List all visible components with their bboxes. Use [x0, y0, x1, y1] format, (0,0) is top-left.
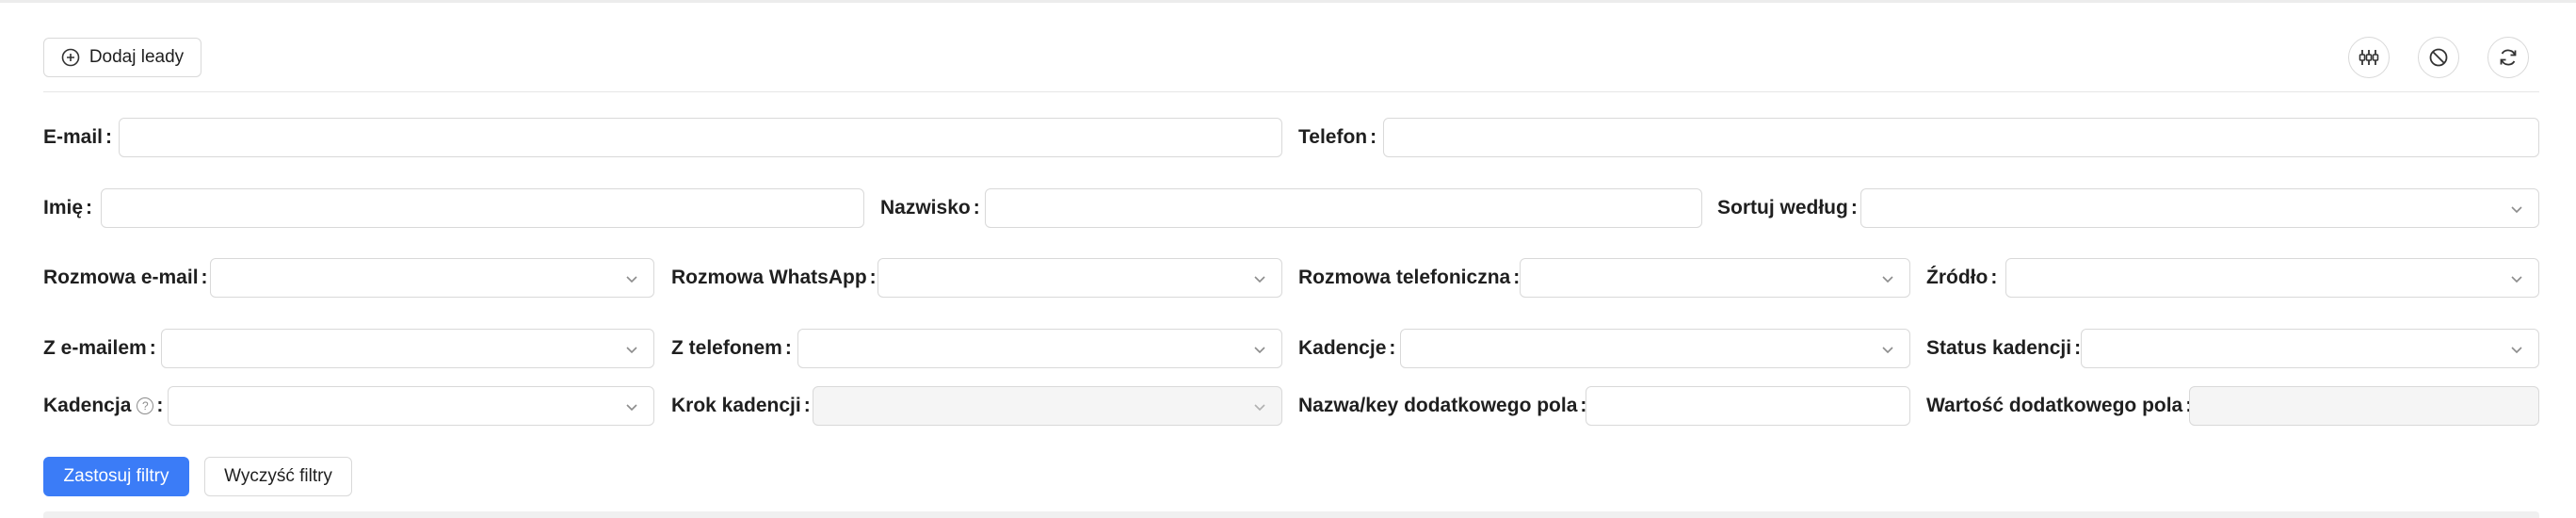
chevron-down-icon [626, 404, 637, 412]
chevron-down-icon [1254, 404, 1265, 412]
plus-circle-icon [61, 48, 80, 67]
clear-filters-label: Wyczyść filtry [224, 466, 332, 486]
columns-settings-button[interactable] [2348, 37, 2390, 78]
refresh-icon [2498, 47, 2519, 68]
custom-field-value-label: Wartość dodatkowego pola: [1926, 395, 2192, 416]
columns-settings-icon [2359, 47, 2379, 68]
chevron-down-icon [1254, 276, 1265, 283]
with-email-select[interactable] [161, 329, 654, 368]
whatsapp-conversation-label: Rozmowa WhatsApp: [671, 267, 877, 288]
cadence-step-label: Krok kadencji: [671, 395, 811, 416]
phone-label: Telefon: [1298, 126, 1377, 148]
divider [43, 91, 2539, 92]
first-name-label: Imię: [43, 197, 93, 219]
last-name-label: Nazwisko: [880, 197, 980, 219]
sort-label: Sortuj według: [1717, 197, 1858, 219]
cadences-label: Kadencje: [1298, 337, 1396, 359]
cadence-select[interactable] [168, 386, 654, 426]
top-edge [0, 0, 2576, 3]
cadence-label: Kadencja ? : [43, 395, 164, 416]
chevron-down-icon [1882, 276, 1893, 283]
last-name-input[interactable] [985, 188, 1702, 228]
refresh-button[interactable] [2487, 37, 2529, 78]
chevron-down-icon [1882, 347, 1893, 354]
whatsapp-conversation-select[interactable] [877, 258, 1282, 298]
clear-filters-button[interactable]: Wyczyść filtry [204, 457, 352, 496]
apply-filters-label: Zastosuj filtry [63, 466, 169, 486]
source-select[interactable] [2005, 258, 2539, 298]
email-conversation-select[interactable] [210, 258, 654, 298]
phone-input[interactable] [1383, 118, 2539, 157]
chevron-down-icon [2511, 206, 2522, 214]
chevron-down-icon [2511, 347, 2522, 354]
custom-field-value-input[interactable] [2189, 386, 2539, 426]
cadences-select[interactable] [1400, 329, 1910, 368]
add-leads-button[interactable]: Dodaj leady [43, 38, 201, 77]
block-button[interactable] [2418, 37, 2459, 78]
with-email-label: Z e-mailem: [43, 337, 156, 359]
with-phone-label: Z telefonem: [671, 337, 792, 359]
add-leads-label: Dodaj leady [89, 47, 185, 67]
cadence-step-select[interactable] [813, 386, 1282, 426]
help-icon[interactable]: ? [137, 397, 154, 414]
chevron-down-icon [2511, 276, 2522, 283]
chevron-down-icon [626, 347, 637, 354]
filter-panel: Dodaj leady E-mail: Telefon: Imię: Nazwi… [0, 0, 2576, 518]
phone-conversation-select[interactable] [1520, 258, 1910, 298]
chevron-down-icon [1254, 347, 1265, 354]
sort-select[interactable] [1860, 188, 2539, 228]
cadence-status-label: Status kadencji: [1926, 337, 2082, 359]
email-label: E-mail: [43, 126, 113, 148]
email-input[interactable] [119, 118, 1282, 157]
block-icon [2428, 47, 2449, 68]
custom-field-key-label: Nazwa/key dodatkowego pola: [1298, 395, 1587, 416]
email-conversation-label: Rozmowa e-mail: [43, 267, 208, 288]
with-phone-select[interactable] [797, 329, 1282, 368]
apply-filters-button[interactable]: Zastosuj filtry [43, 457, 189, 496]
chevron-down-icon [626, 276, 637, 283]
source-label: Źródło: [1926, 267, 1998, 288]
first-name-input[interactable] [101, 188, 864, 228]
table-header-edge [43, 511, 2539, 518]
custom-field-key-input[interactable] [1586, 386, 1910, 426]
cadence-status-select[interactable] [2081, 329, 2539, 368]
phone-conversation-label: Rozmowa telefoniczna: [1298, 267, 1521, 288]
